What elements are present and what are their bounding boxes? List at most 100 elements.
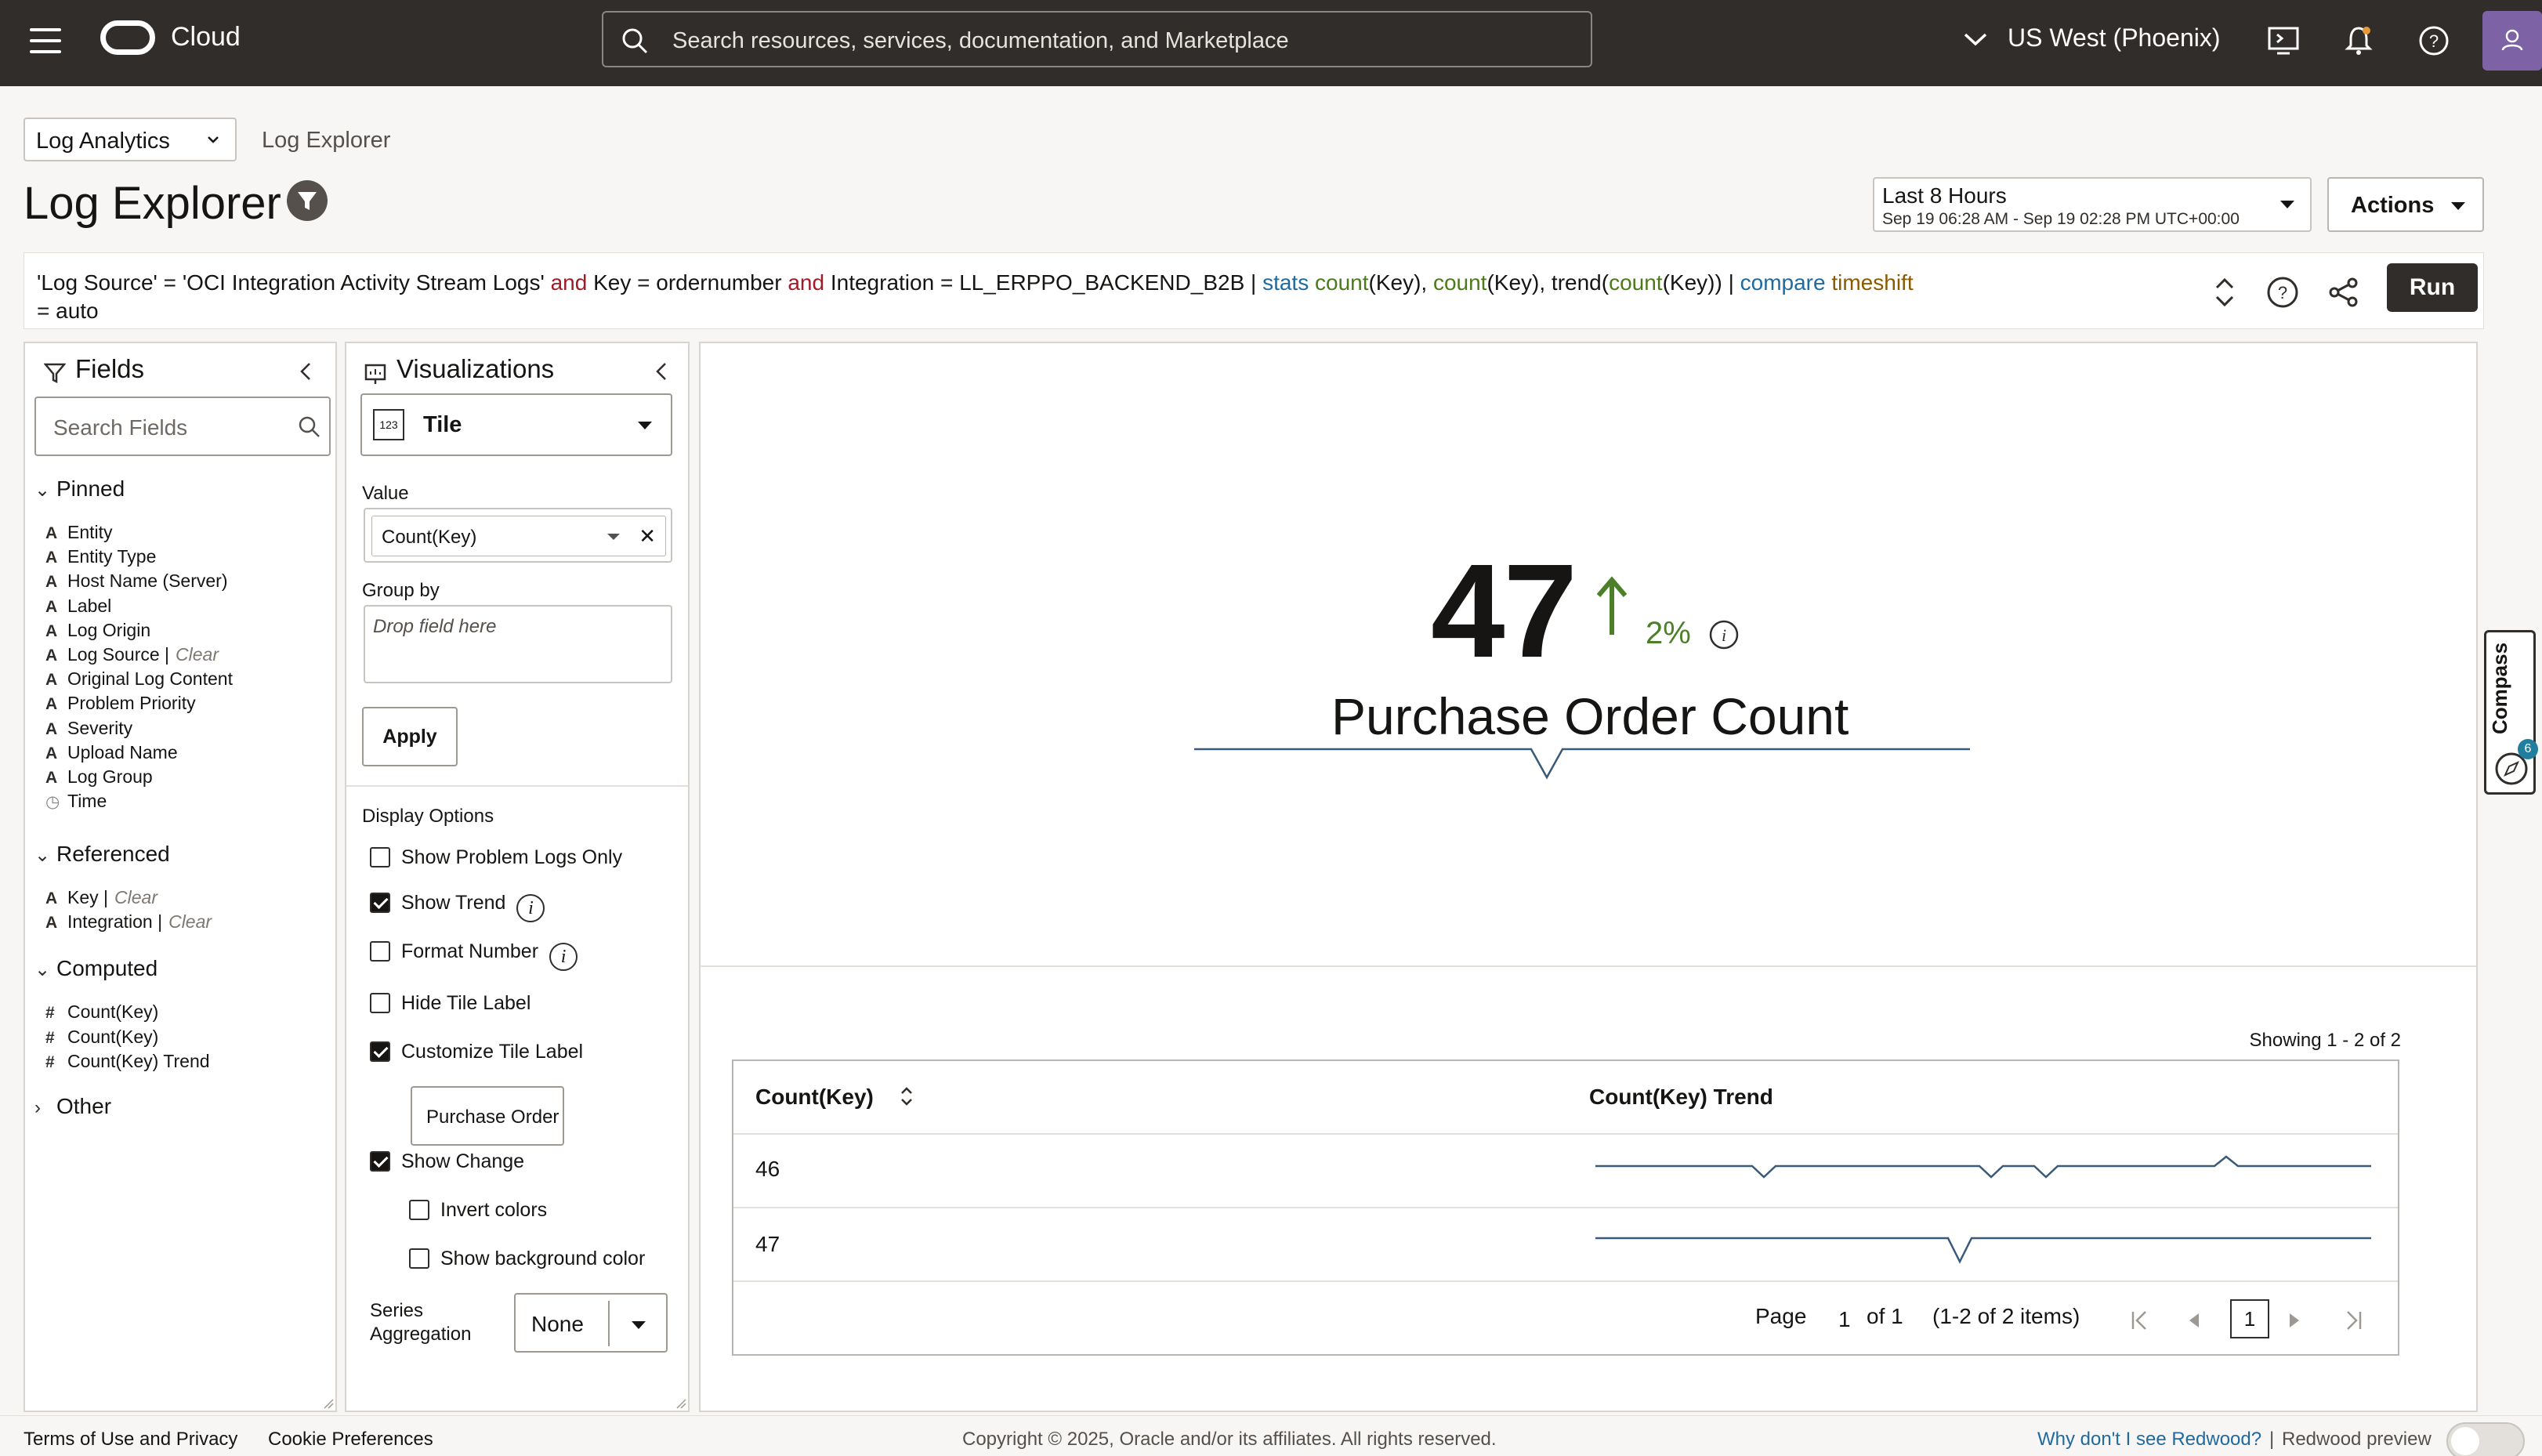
series-aggregation-value: None bbox=[531, 1312, 584, 1336]
share-icon[interactable] bbox=[2327, 275, 2361, 310]
visualizations-title: Visualizations bbox=[397, 354, 555, 383]
chevron-down-icon[interactable] bbox=[1962, 30, 1989, 49]
query-editor[interactable]: 'Log Source' = 'OCI Integration Activity… bbox=[24, 252, 2484, 329]
clear-field-link[interactable]: Clear bbox=[176, 644, 219, 665]
help-icon[interactable]: ? bbox=[2265, 275, 2300, 310]
user-avatar[interactable] bbox=[2482, 11, 2542, 71]
sort-icon[interactable] bbox=[899, 1085, 914, 1107]
redwood-info-link[interactable]: Why don't I see Redwood? bbox=[2037, 1429, 2261, 1451]
series-aggregation-select[interactable]: None bbox=[514, 1293, 668, 1353]
chevron-left-icon[interactable] bbox=[652, 360, 671, 382]
actions-button[interactable]: Actions bbox=[2327, 177, 2484, 232]
page-items: (1-2 of 2 items) bbox=[1932, 1304, 2080, 1328]
field-name: Log Origin bbox=[67, 619, 151, 640]
field-item[interactable]: A Key | Clear bbox=[45, 887, 158, 908]
visualization-type-select[interactable]: 123 Tile bbox=[360, 393, 672, 456]
redwood-preview-toggle[interactable] bbox=[2446, 1422, 2525, 1456]
chevron-down-icon: ⌄ bbox=[34, 480, 51, 501]
caret-down-icon[interactable] bbox=[606, 532, 621, 541]
filter-icon[interactable] bbox=[287, 180, 328, 221]
info-icon[interactable]: i bbox=[1708, 619, 1740, 650]
chevron-left-icon[interactable] bbox=[296, 360, 315, 382]
current-page-button[interactable]: 1 bbox=[2230, 1299, 2269, 1338]
field-name: Upload Name bbox=[67, 741, 178, 762]
resize-handle-icon[interactable] bbox=[321, 1396, 334, 1409]
breadcrumb[interactable]: Log Explorer bbox=[262, 128, 390, 154]
search-fields-input[interactable]: Search Fields bbox=[34, 397, 331, 456]
field-item[interactable]: A Entity bbox=[45, 522, 113, 543]
column-header-label: Count(Key) bbox=[755, 1085, 874, 1109]
region-selector[interactable]: US West (Phoenix) bbox=[2008, 24, 2221, 53]
query-text[interactable]: 'Log Source' = 'OCI Integration Activity… bbox=[37, 269, 2043, 325]
show-change-checkbox[interactable]: Show Change bbox=[370, 1150, 524, 1173]
resize-handle-icon[interactable] bbox=[674, 1396, 686, 1409]
referenced-group-label: Referenced bbox=[56, 842, 170, 866]
field-item[interactable]: A Log Origin bbox=[45, 620, 150, 641]
show-background-color-checkbox[interactable]: Show background color bbox=[409, 1248, 645, 1270]
string-type-icon: A bbox=[45, 573, 58, 592]
computed-group-toggle[interactable]: ⌄ Computed bbox=[34, 956, 158, 981]
next-page-icon[interactable] bbox=[2285, 1310, 2304, 1331]
remove-icon[interactable]: ✕ bbox=[639, 524, 656, 549]
tile-label-input[interactable]: Purchase Order Co bbox=[411, 1086, 564, 1146]
query-segment: (Key), trend( bbox=[1486, 270, 1610, 295]
query-command: stats bbox=[1262, 270, 1309, 295]
info-icon[interactable]: i bbox=[516, 894, 545, 922]
column-header-count[interactable]: Count(Key) bbox=[755, 1085, 914, 1110]
time-range-selector[interactable]: Last 8 Hours Sep 19 06:28 AM - Sep 19 02… bbox=[1873, 177, 2312, 232]
trend-up-arrow-icon bbox=[1596, 576, 1628, 635]
group-by-dropzone[interactable]: Drop field here bbox=[364, 605, 672, 683]
first-page-icon[interactable] bbox=[2127, 1307, 2153, 1334]
global-search-input[interactable]: Search resources, services, documentatio… bbox=[602, 11, 1592, 67]
invert-colors-checkbox[interactable]: Invert colors bbox=[409, 1199, 547, 1222]
compass-button[interactable]: Compass 6 bbox=[2484, 630, 2538, 795]
value-field-chip[interactable]: Count(Key) ✕ bbox=[371, 516, 666, 556]
field-item[interactable]: # Count(Key) bbox=[45, 1027, 158, 1048]
page-number-input[interactable]: 1 bbox=[1838, 1307, 1851, 1332]
notification-bell-icon[interactable] bbox=[2341, 24, 2376, 58]
hide-tile-label-checkbox[interactable]: Hide Tile Label bbox=[370, 992, 530, 1015]
field-item[interactable]: A Original Log Content bbox=[45, 668, 233, 690]
field-item[interactable]: A Integration | Clear bbox=[45, 911, 212, 933]
field-item[interactable]: A Host Name (Server) bbox=[45, 570, 227, 592]
field-item[interactable]: A Upload Name bbox=[45, 742, 178, 763]
customize-tile-label-checkbox[interactable]: Customize Tile Label bbox=[370, 1041, 583, 1063]
field-item[interactable]: A Log Source | Clear bbox=[45, 644, 219, 665]
checkbox-label: Show Problem Logs Only bbox=[401, 846, 623, 868]
field-item[interactable]: A Log Group bbox=[45, 766, 153, 788]
fields-title: Fields bbox=[75, 354, 145, 383]
field-item[interactable]: ◷ Time bbox=[45, 791, 107, 812]
referenced-group-toggle[interactable]: ⌄ Referenced bbox=[34, 842, 170, 867]
value-field-dropzone[interactable]: Count(Key) ✕ bbox=[364, 508, 672, 563]
show-trend-checkbox[interactable]: Show Trend i bbox=[370, 892, 545, 922]
other-group-toggle[interactable]: › Other bbox=[34, 1094, 111, 1119]
field-item[interactable]: A Entity Type bbox=[45, 546, 156, 567]
field-item[interactable]: # Count(Key) bbox=[45, 1001, 158, 1023]
brand-label[interactable]: Cloud bbox=[171, 22, 241, 53]
expand-collapse-icon[interactable] bbox=[2211, 275, 2239, 310]
previous-page-icon[interactable] bbox=[2185, 1310, 2203, 1331]
info-icon[interactable]: i bbox=[549, 943, 578, 971]
cookie-preferences-link[interactable]: Cookie Preferences bbox=[268, 1429, 433, 1451]
help-icon[interactable]: ? bbox=[2417, 24, 2451, 58]
format-number-checkbox[interactable]: Format Number i bbox=[370, 940, 578, 971]
show-problem-logs-checkbox[interactable]: Show Problem Logs Only bbox=[370, 846, 622, 869]
time-range-label: Last 8 Hours bbox=[1882, 183, 2007, 208]
query-segment: (Key)) | bbox=[1662, 270, 1740, 295]
field-item[interactable]: A Label bbox=[45, 596, 111, 617]
clear-field-link[interactable]: Clear bbox=[168, 911, 212, 932]
clear-field-link[interactable]: Clear bbox=[114, 887, 158, 907]
oracle-logo[interactable] bbox=[100, 20, 155, 55]
menu-icon[interactable] bbox=[30, 28, 61, 53]
app-selector[interactable]: Log Analytics bbox=[24, 118, 237, 161]
last-page-icon[interactable] bbox=[2340, 1307, 2366, 1334]
caret-down-icon bbox=[632, 1321, 646, 1329]
terms-link[interactable]: Terms of Use and Privacy bbox=[24, 1429, 237, 1451]
pinned-group-toggle[interactable]: ⌄ Pinned bbox=[34, 476, 125, 502]
apply-button[interactable]: Apply bbox=[362, 707, 458, 766]
run-button[interactable]: Run bbox=[2387, 263, 2478, 312]
field-item[interactable]: # Count(Key) Trend bbox=[45, 1051, 210, 1072]
field-item[interactable]: A Problem Priority bbox=[45, 693, 196, 714]
field-item[interactable]: A Severity bbox=[45, 718, 132, 739]
cloud-shell-icon[interactable] bbox=[2266, 24, 2301, 58]
